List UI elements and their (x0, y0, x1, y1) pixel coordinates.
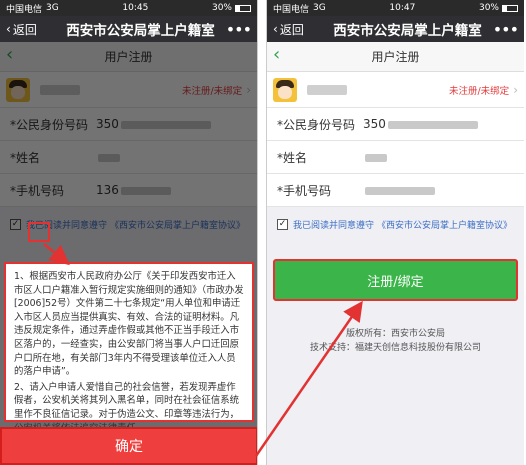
register-bind-button[interactable]: 注册/绑定 (273, 259, 518, 301)
nav-title: 西安市公安局掌上户籍室 (66, 23, 215, 39)
back-button[interactable]: ‹ 返回 (6, 21, 58, 38)
carrier-label: 中国电信 (6, 4, 43, 15)
back-button[interactable]: ‹ 返回 (273, 21, 325, 38)
id-value: 350 (363, 117, 478, 131)
phone-label: *手机号码 (277, 183, 332, 198)
status-bar: 中国电信 3G 10:47 30% (267, 0, 524, 16)
battery-icon (235, 4, 251, 12)
battery-icon (502, 4, 518, 12)
more-dots-icon[interactable]: ••• (490, 20, 519, 39)
notice-paragraph-1: 1、根据西安市人民政府办公厅《关于印发西安市迁入市区人口户籍准入暂行规定实施细则… (14, 271, 244, 378)
id-number-field[interactable]: *公民身份号码 350 (267, 108, 524, 141)
name-field[interactable]: *姓名 (267, 141, 524, 174)
checkbox-checked-icon[interactable]: ✓ (277, 218, 288, 230)
chevron-right-icon: › (513, 82, 518, 97)
phone-field[interactable]: *手机号码 (267, 174, 524, 207)
wechat-nav-bar: ‹ 返回 西安市公安局掌上户籍室 ••• (0, 16, 257, 42)
id-label: *公民身份号码 (277, 117, 356, 132)
avatar-icon (273, 77, 297, 102)
back-chevron-icon: ‹ (6, 22, 11, 36)
network-label: 3G (313, 3, 326, 13)
user-row[interactable]: 未注册/未绑定 › (267, 72, 524, 108)
battery-percent: 30% (211, 3, 232, 13)
back-label: 返回 (279, 22, 304, 37)
more-dots-icon[interactable]: ••• (223, 20, 252, 39)
name-value (363, 150, 387, 164)
time-label: 10:45 (122, 3, 149, 13)
confirm-button[interactable]: 确定 (0, 427, 257, 465)
network-label: 3G (46, 3, 59, 13)
phone-screen-right: 中国电信 3G 10:47 30% ‹ 返回 西安市公安局掌上户籍室 ••• ‹ … (266, 0, 524, 465)
agreement-row: ✓ 我已阅读并同意遵守 《西安市公安局掌上户籍室协议》 (267, 207, 524, 241)
agreement-text: 我已阅读并同意遵守 (293, 220, 375, 231)
battery-percent: 30% (478, 3, 499, 13)
back-chevron-icon: ‹ (273, 22, 278, 36)
carrier-label: 中国电信 (273, 4, 310, 15)
phone-value (363, 183, 435, 197)
time-label: 10:47 (389, 3, 416, 13)
checkbox-highlight (28, 222, 50, 242)
support-line: 技术支持：福建天创信息科技股份有限公司 (309, 343, 482, 353)
back-label: 返回 (12, 22, 37, 37)
register-status: 未注册/未绑定 (448, 85, 510, 97)
page-back-chevron-icon[interactable]: ‹ (273, 44, 280, 65)
phone-screen-left: 中国电信 3G 10:45 30% ‹返回 西安市公安局掌上户籍室 ••• ‹ … (0, 0, 258, 465)
wechat-nav-bar: ‹ 返回 西安市公安局掌上户籍室 ••• (267, 16, 524, 42)
page-header: ‹ 用户注册 (267, 42, 524, 72)
agreement-link[interactable]: 《西安市公安局掌上户籍室协议》 (377, 218, 512, 231)
notice-dialog: 1、根据西安市人民政府办公厅《关于印发西安市迁入市区人口户籍准入暂行规定实施细则… (4, 262, 254, 434)
page-title: 用户注册 (371, 50, 420, 64)
name-label: *姓名 (277, 150, 308, 165)
copyright-line: 版权所有：西安市公安局 (345, 329, 446, 339)
status-bar: 中国电信 3G 10:45 30% (0, 0, 257, 16)
nav-title: 西安市公安局掌上户籍室 (333, 23, 482, 39)
footer: 版权所有：西安市公安局 技术支持：福建天创信息科技股份有限公司 (267, 327, 524, 355)
username-blurred (307, 84, 347, 95)
